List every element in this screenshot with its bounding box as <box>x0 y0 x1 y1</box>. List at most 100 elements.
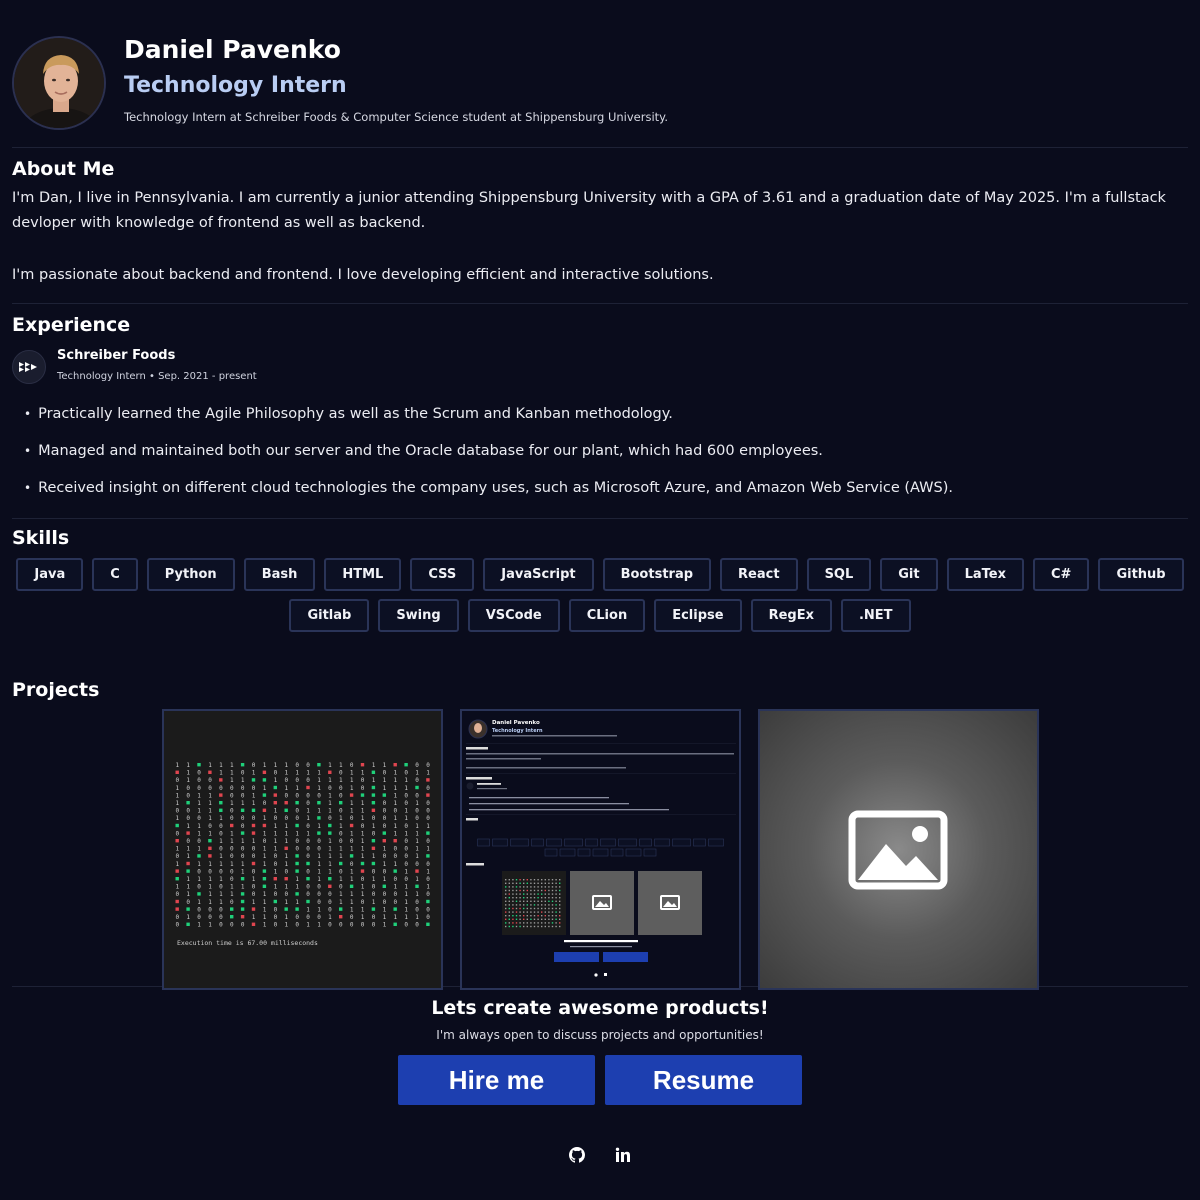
svg-text:1: 1 <box>426 846 430 853</box>
svg-text:1: 1 <box>328 914 332 921</box>
svg-text:1: 1 <box>393 830 397 837</box>
svg-text:1: 1 <box>328 838 332 845</box>
svg-text:0: 0 <box>317 899 321 906</box>
svg-text:1: 1 <box>197 861 201 868</box>
svg-text:1: 1 <box>262 899 266 906</box>
svg-text:0: 0 <box>208 823 212 830</box>
svg-text:1: 1 <box>208 899 212 906</box>
svg-text:0: 0 <box>360 922 364 929</box>
svg-text:0: 0 <box>404 800 408 807</box>
svg-text:1: 1 <box>186 884 190 891</box>
svg-text:0: 0 <box>219 846 223 853</box>
svg-text:1: 1 <box>382 785 386 792</box>
project-card-portfolio[interactable]: Daniel Pavenko Technology Intern <box>459 709 741 990</box>
svg-text:1: 1 <box>349 777 353 784</box>
svg-text:1: 1 <box>371 762 375 769</box>
svg-text:0: 0 <box>382 823 386 830</box>
about-paragraph-1: I'm Dan, I live in Pennsylvania. I am cu… <box>12 190 1166 231</box>
svg-text:1: 1 <box>382 876 386 883</box>
svg-text:1: 1 <box>426 823 430 830</box>
terminal-caption: Execution time is 67.00 milliseconds <box>177 939 318 947</box>
svg-text:1: 1 <box>208 830 212 837</box>
svg-text:0: 0 <box>295 777 299 784</box>
svg-text:1: 1 <box>284 830 288 837</box>
svg-text:1: 1 <box>349 770 353 777</box>
svg-text:0: 0 <box>339 830 343 837</box>
svg-text:1: 1 <box>175 785 179 792</box>
svg-text:0: 0 <box>339 808 343 815</box>
svg-text:0: 0 <box>415 777 419 784</box>
svg-text:1: 1 <box>186 914 190 921</box>
svg-text:1: 1 <box>240 868 244 875</box>
svg-text:0: 0 <box>328 891 332 898</box>
svg-text:1: 1 <box>295 884 299 891</box>
svg-text:0: 0 <box>426 808 430 815</box>
svg-text:1: 1 <box>382 777 386 784</box>
svg-text:1: 1 <box>295 899 299 906</box>
svg-text:1: 1 <box>240 861 244 868</box>
portfolio-preview-thumbnail: Daniel Pavenko Technology Intern <box>461 711 739 988</box>
skill-chip: C# <box>1033 558 1090 591</box>
projects-gallery: 1111101110011011001011010111101101011010… <box>12 709 1188 990</box>
svg-text:0: 0 <box>382 868 386 875</box>
svg-text:1: 1 <box>317 823 321 830</box>
profile-tagline: Technology Intern at Schreiber Foods & C… <box>124 110 669 124</box>
svg-text:0: 0 <box>262 800 266 807</box>
svg-text:1: 1 <box>382 846 386 853</box>
svg-text:0: 0 <box>219 823 223 830</box>
svg-text:0: 0 <box>295 808 299 815</box>
svg-text:0: 0 <box>251 762 255 769</box>
svg-text:0: 0 <box>240 785 244 792</box>
svg-text:1: 1 <box>328 846 332 853</box>
profile-name: Daniel Pavenko <box>124 35 341 64</box>
hire-me-button[interactable]: Hire me <box>398 1055 595 1105</box>
svg-text:1: 1 <box>349 899 353 906</box>
svg-text:1: 1 <box>175 800 179 807</box>
svg-text:1: 1 <box>404 815 408 822</box>
svg-text:0: 0 <box>360 876 364 883</box>
svg-text:1: 1 <box>393 884 397 891</box>
svg-text:0: 0 <box>230 846 234 853</box>
svg-text:1: 1 <box>273 762 277 769</box>
svg-text:0: 0 <box>208 906 212 913</box>
github-icon[interactable] <box>567 1145 587 1165</box>
skills-heading: Skills <box>12 527 70 549</box>
svg-text:1: 1 <box>175 792 179 799</box>
svg-text:1: 1 <box>273 838 277 845</box>
skill-chip: Bootstrap <box>602 558 712 591</box>
svg-text:1: 1 <box>197 830 201 837</box>
svg-text:0: 0 <box>415 906 419 913</box>
svg-text:0: 0 <box>317 838 321 845</box>
svg-text:0: 0 <box>349 914 353 921</box>
linkedin-icon[interactable] <box>613 1145 633 1165</box>
svg-text:0: 0 <box>219 922 223 929</box>
svg-text:1: 1 <box>349 830 353 837</box>
svg-text:1: 1 <box>186 853 190 860</box>
svg-text:0: 0 <box>306 868 310 875</box>
svg-text:0: 0 <box>175 891 179 898</box>
project-card-terminal[interactable]: 1111101110011011001011010111101101011010… <box>161 709 443 990</box>
svg-text:0: 0 <box>175 914 179 921</box>
svg-text:0: 0 <box>295 922 299 929</box>
svg-text:1: 1 <box>415 891 419 898</box>
svg-text:0: 0 <box>371 830 375 837</box>
svg-text:0: 0 <box>186 838 190 845</box>
svg-text:0: 0 <box>360 785 364 792</box>
project-card-placeholder[interactable] <box>757 709 1039 990</box>
svg-text:0: 0 <box>273 853 277 860</box>
svg-text:1: 1 <box>415 838 419 845</box>
svg-text:0: 0 <box>426 914 430 921</box>
svg-text:1: 1 <box>349 891 353 898</box>
svg-text:0: 0 <box>295 762 299 769</box>
svg-text:0: 0 <box>404 770 408 777</box>
svg-text:1: 1 <box>393 777 397 784</box>
svg-text:0: 0 <box>349 922 353 929</box>
svg-text:1: 1 <box>317 922 321 929</box>
svg-text:0: 0 <box>426 838 430 845</box>
svg-text:1: 1 <box>262 815 266 822</box>
resume-button[interactable]: Resume <box>605 1055 802 1105</box>
svg-text:1: 1 <box>317 808 321 815</box>
svg-text:1: 1 <box>349 906 353 913</box>
svg-text:0: 0 <box>251 884 255 891</box>
svg-text:1: 1 <box>371 876 375 883</box>
